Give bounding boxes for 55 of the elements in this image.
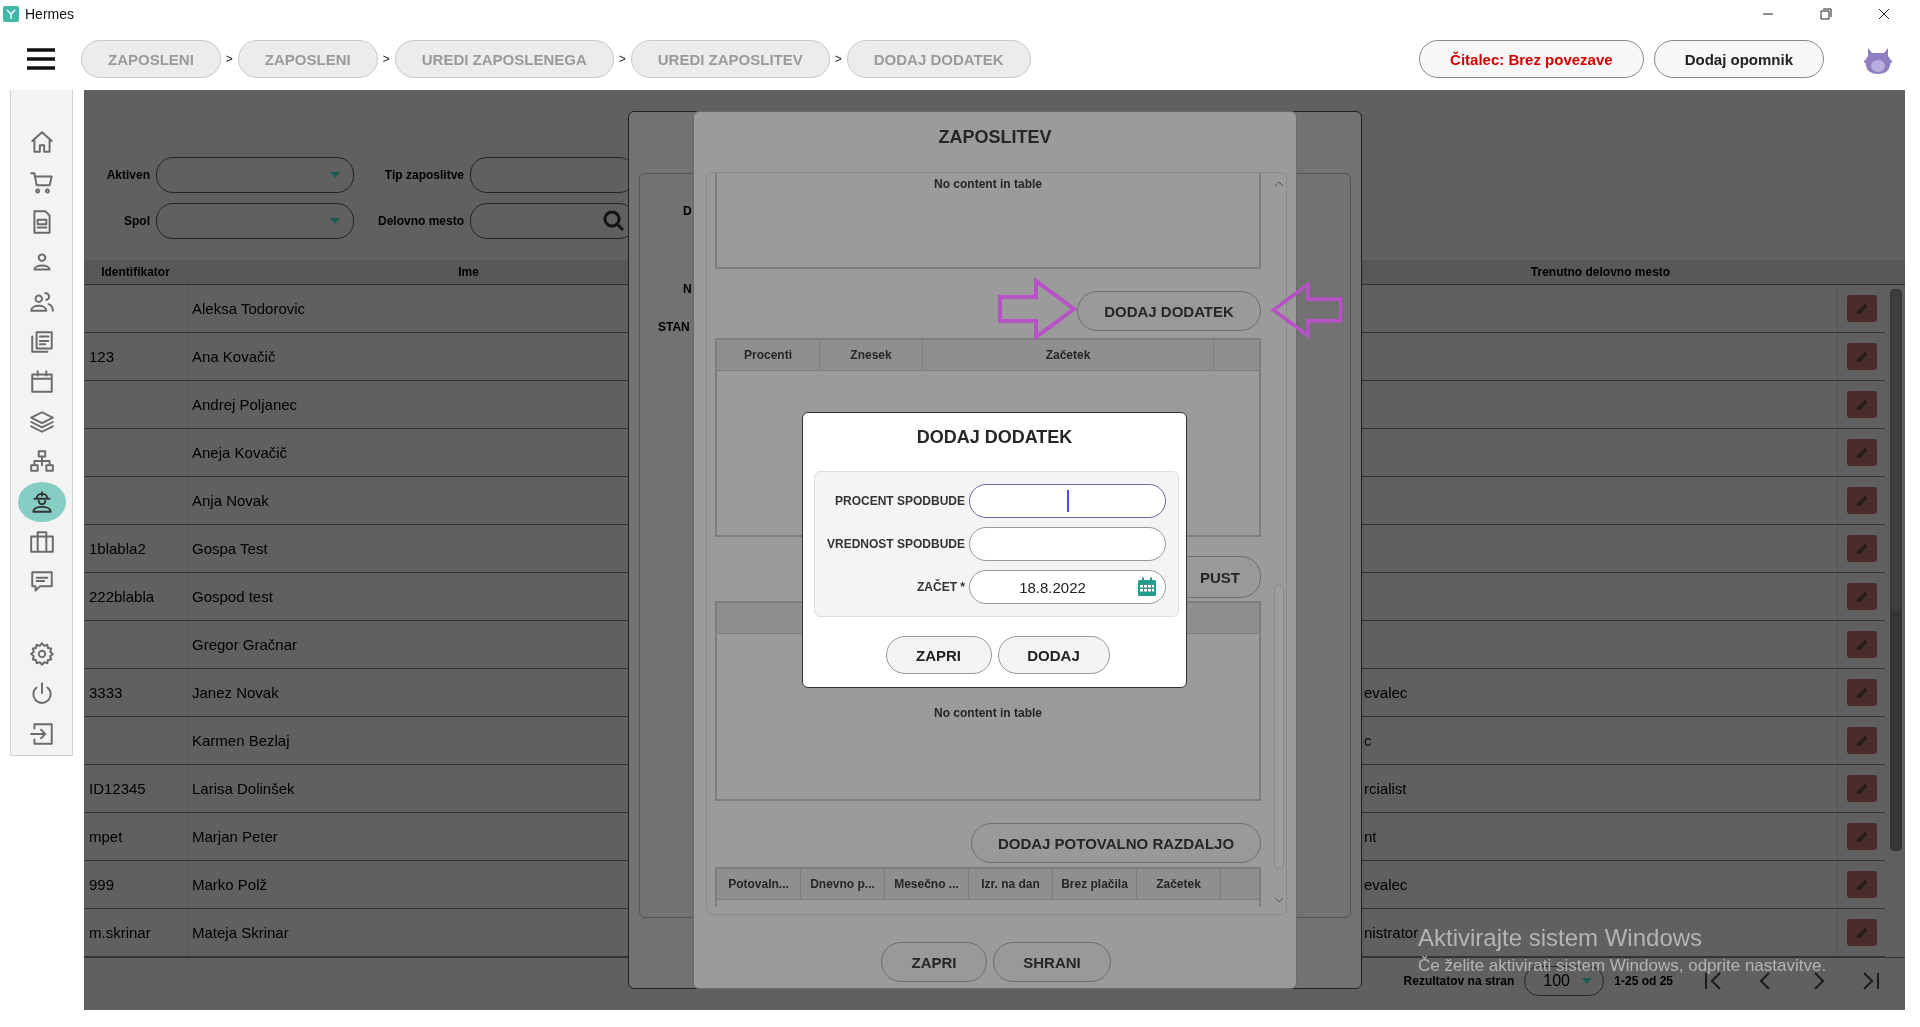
close-button[interactable]: ZAPRI (885, 636, 992, 674)
table-cell: 3333 (84, 669, 188, 716)
table-cell: evalec (1364, 861, 1838, 908)
form-label: N (683, 282, 692, 296)
breadcrumb-separator: > (617, 52, 627, 66)
column-header: Trenutno delovno mesto (1364, 260, 1838, 284)
column-header: Začetek (1137, 869, 1221, 899)
filter-label: Tip zaposlitve (383, 168, 464, 182)
activation-title: Aktivirajte sistem Windows (1418, 924, 1704, 952)
form-label: STAN (658, 320, 690, 334)
add-travel-distance-button[interactable]: DODAJ POTOVALNO RAZDALJO (971, 823, 1261, 863)
column-header: Začetek (923, 340, 1214, 370)
column-header: Mesečno ... (885, 869, 969, 899)
column-header: Brez plačila (1053, 869, 1137, 899)
column-header: Izr. na dan (969, 869, 1053, 899)
save-button[interactable]: SHRANI (993, 942, 1111, 982)
column-header: Znesek (820, 340, 923, 370)
table-cell: mpet (84, 813, 188, 860)
column-header: Identifikator (84, 260, 188, 284)
table-cell: m.skrinar (84, 909, 188, 956)
column-header: Potovaln... (717, 869, 801, 899)
pager-label: Rezultatov na stran (1403, 974, 1515, 988)
page-range: 1-25 od 25 (1614, 974, 1673, 988)
table-cell: c (1364, 717, 1838, 764)
close-button[interactable]: ZAPRI (881, 942, 987, 982)
table-cell: 999 (84, 861, 188, 908)
table-cell: rcialist (1364, 765, 1838, 812)
empty-table-message: No content in table (933, 706, 1043, 720)
reader-status-button[interactable]: Čitalec: Brez povezave (1419, 40, 1644, 78)
field-label: PROCENT SPODBUDE (834, 494, 965, 508)
column-header: Procenti (717, 340, 820, 370)
reminder-button[interactable]: Dodaj opomnik (1653, 40, 1824, 78)
empty-table-message: No content in table (933, 176, 1043, 191)
filter-label: Spol (123, 214, 150, 228)
filter-label: Delovno mesto (377, 214, 464, 228)
table-cell: nt (1364, 813, 1838, 860)
table-cell: 222blabla (84, 573, 188, 620)
dialog-title: DODAJ DODATEK (915, 426, 1074, 449)
add-bonus-button[interactable]: DODAJ DODATEK (1077, 291, 1261, 331)
table-cell: 1blabla2 (84, 525, 188, 572)
breadcrumb-separator: > (381, 52, 391, 66)
breadcrumb-separator: > (833, 52, 843, 66)
breadcrumb-separator: > (224, 52, 234, 66)
date-field[interactable]: 18.8.2022 (969, 570, 1166, 604)
add-button[interactable]: DODAJ (997, 636, 1110, 674)
column-header: Dnevno p... (801, 869, 885, 899)
field-label: ZAČET * (916, 580, 965, 594)
form-label: D (683, 204, 692, 218)
table-cell: ID12345 (84, 765, 188, 812)
dialog-title: ZAPOSLITEV (937, 126, 1053, 149)
table-cell: 123 (84, 333, 188, 380)
table-cell: evalec (1364, 669, 1838, 716)
window-title: Hermes (25, 6, 74, 22)
filter-label: Aktiven (105, 168, 150, 182)
field-label: VREDNOST SPODBUDE (825, 537, 965, 551)
